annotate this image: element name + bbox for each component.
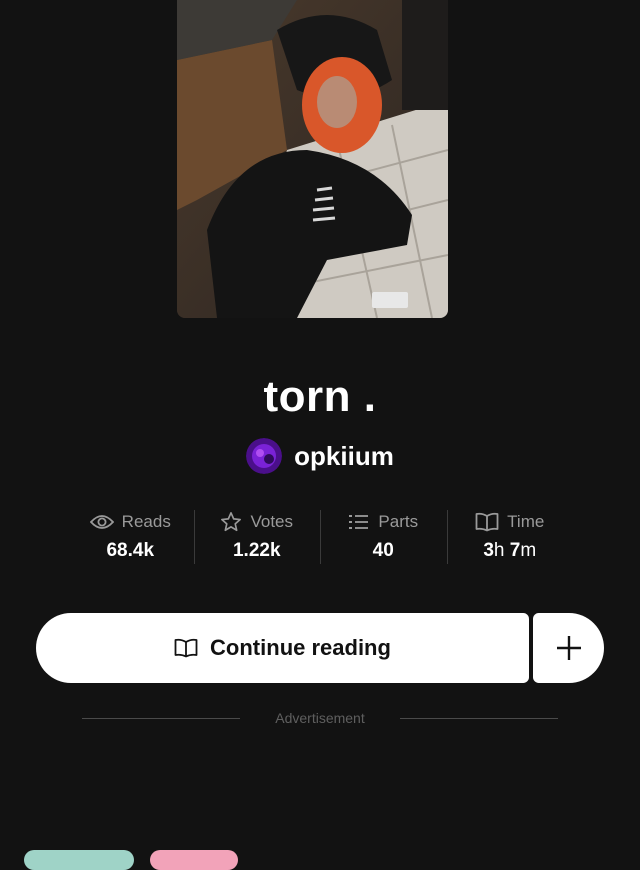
- plus-icon: [556, 636, 581, 660]
- story-cover-image[interactable]: [177, 0, 448, 318]
- stat-votes-value: 1.22k: [232, 540, 281, 561]
- divider-line-left: [82, 717, 240, 719]
- star-icon: [221, 512, 242, 532]
- story-stats: Reads 68.4k Votes 1.22k Parts 40 Time 3h…: [67, 508, 573, 566]
- tag-chip[interactable]: [24, 850, 134, 870]
- stat-time-minutes: 7: [509, 540, 521, 561]
- continue-reading-button[interactable]: Continue reading: [36, 613, 529, 683]
- story-title: torn .: [263, 372, 377, 421]
- stat-reads-value: 68.4k: [106, 540, 155, 561]
- eye-icon: [89, 515, 114, 529]
- cover-photo: [177, 0, 448, 318]
- stat-reads: Reads 68.4k: [67, 508, 194, 566]
- list-icon: [349, 515, 369, 529]
- divider-line-right: [400, 717, 558, 719]
- author-row[interactable]: opkiium: [0, 438, 640, 474]
- continue-reading-label: Continue reading: [210, 635, 391, 660]
- stat-time: Time 3h 7m: [446, 508, 574, 566]
- stat-reads-label: Reads: [121, 512, 171, 531]
- advertisement-divider: Advertisement: [82, 708, 558, 728]
- stat-time-value: 3h 7m: [447, 540, 574, 562]
- tag-chip[interactable]: [150, 850, 238, 870]
- stat-parts-label: Parts: [378, 512, 419, 531]
- stat-parts: Parts 40: [320, 508, 447, 566]
- stat-parts-value: 40: [372, 540, 394, 561]
- stat-time-hours-unit: h: [493, 540, 505, 561]
- open-book-icon: [174, 638, 198, 658]
- stat-votes: Votes 1.22k: [193, 508, 321, 566]
- add-to-library-button[interactable]: [533, 613, 604, 683]
- author-avatar[interactable]: [246, 438, 283, 474]
- advertisement-label: Advertisement: [275, 710, 365, 726]
- stat-time-hours: 3: [483, 540, 494, 561]
- open-book-icon: [475, 512, 499, 532]
- author-name[interactable]: opkiium: [294, 441, 394, 472]
- stat-time-minutes-unit: m: [520, 540, 537, 561]
- stat-time-label: Time: [507, 512, 545, 531]
- stat-votes-label: Votes: [250, 512, 294, 531]
